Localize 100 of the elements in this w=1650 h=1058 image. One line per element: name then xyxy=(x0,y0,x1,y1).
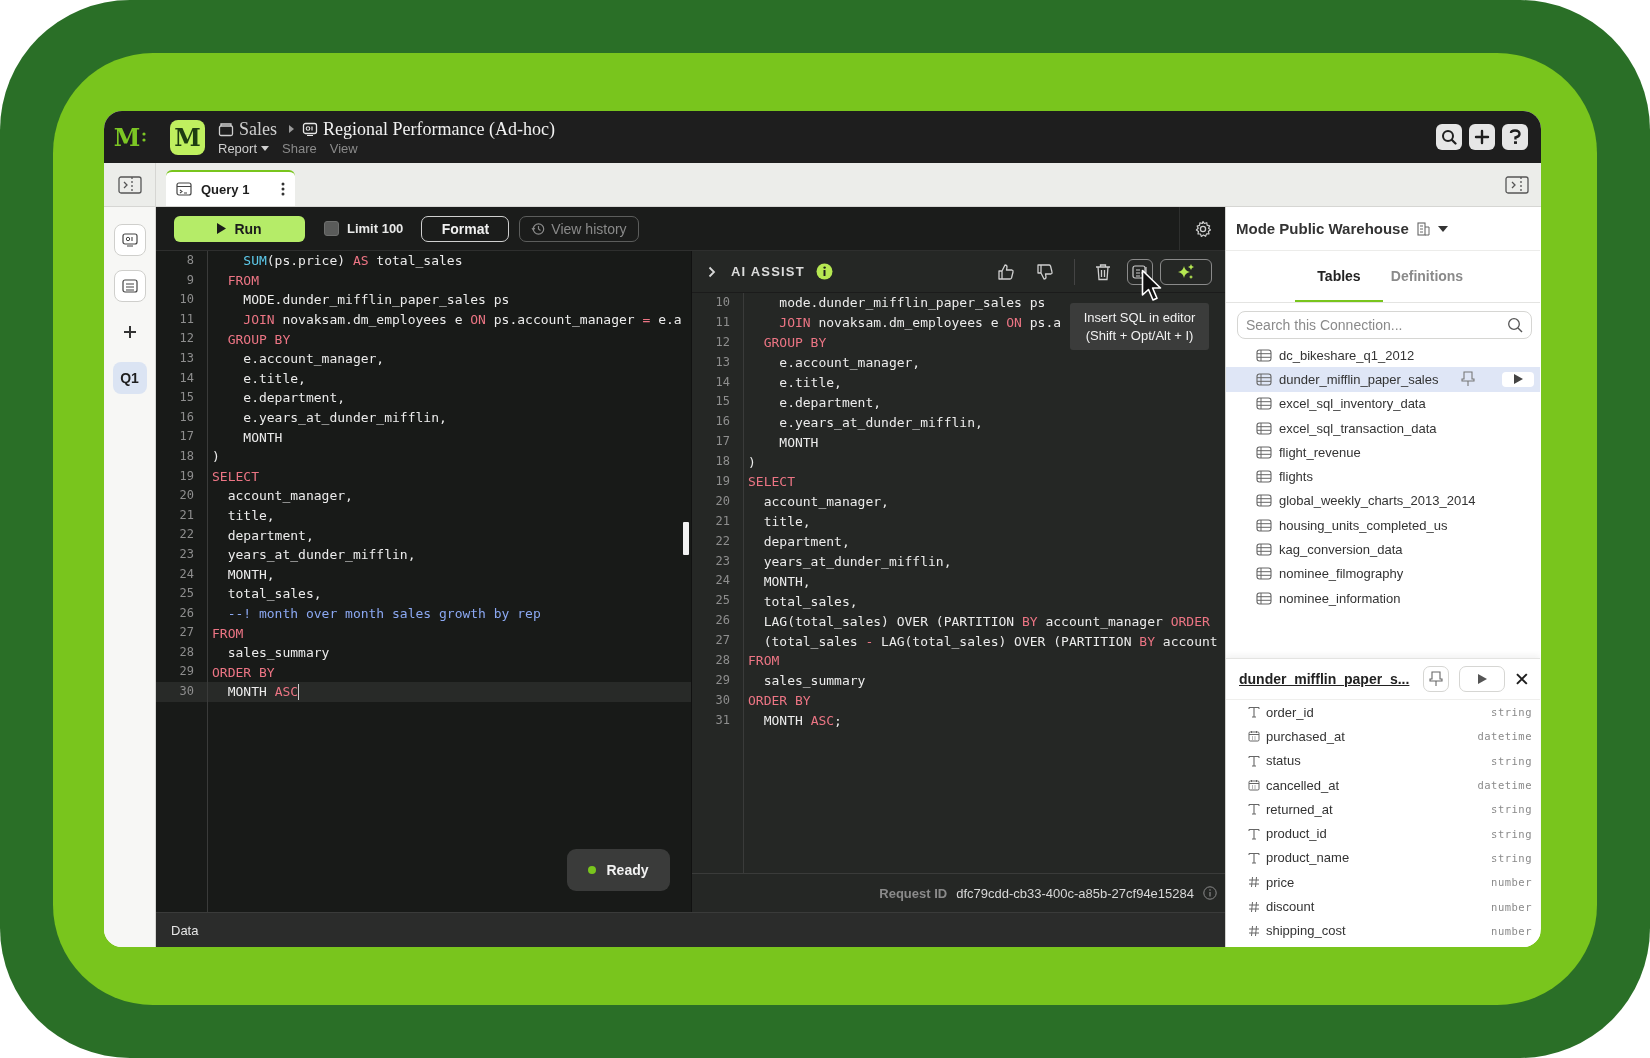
column-type: datetime xyxy=(1477,779,1532,792)
dots-icon xyxy=(142,131,147,143)
caret-icon xyxy=(261,146,270,151)
history-icon xyxy=(531,221,546,236)
table-icon xyxy=(1256,421,1272,435)
preview-button[interactable] xyxy=(1459,666,1506,693)
code-line: e.account_manager, xyxy=(778,355,921,371)
code-line: ORDER BY xyxy=(211,664,275,680)
chevron-icon xyxy=(288,124,295,134)
building-icon xyxy=(1416,221,1430,236)
column-type: string xyxy=(1491,803,1532,816)
settings-icon[interactable] xyxy=(1193,219,1212,238)
status-pill: Ready xyxy=(567,849,670,891)
line-number: 25 xyxy=(692,591,744,612)
splitter-handle[interactable] xyxy=(683,522,689,555)
run-button[interactable]: Run xyxy=(174,215,305,242)
panel-toggle-icon[interactable] xyxy=(1505,176,1529,194)
workspace-logo[interactable]: M xyxy=(170,119,205,155)
table-item[interactable]: excel_sql_inventory_data xyxy=(1226,391,1540,416)
code-line: e.department, xyxy=(778,394,882,410)
line-number: 30 xyxy=(692,690,744,711)
hash-icon xyxy=(1248,900,1260,913)
line-number: 18 xyxy=(156,446,208,467)
breadcrumb-link[interactable]: Regional Performance (Ad-hoc) xyxy=(323,118,555,140)
code-line: ) xyxy=(211,449,220,465)
dataset-button[interactable] xyxy=(113,270,146,302)
generate-button[interactable] xyxy=(1160,258,1212,285)
line-number: 13 xyxy=(692,352,744,373)
pin-icon[interactable] xyxy=(1461,371,1475,388)
table-item[interactable]: global_weekly_charts_2013_2014 xyxy=(1226,488,1540,514)
column-name: product_name xyxy=(1266,850,1351,866)
code-line: --! month over month sales growth by rep xyxy=(226,606,541,621)
format-button[interactable]: Format xyxy=(421,215,510,242)
code-line: MONTH, xyxy=(762,573,811,589)
code-line: MODE.dunder_mifflin_paper_sales ps xyxy=(242,292,510,308)
sidebar-tab[interactable]: Tables xyxy=(1295,251,1383,302)
table-item[interactable]: nominee_information xyxy=(1226,585,1540,611)
chevron-icon[interactable] xyxy=(708,265,716,278)
column-type: string xyxy=(1491,754,1532,767)
caret-icon[interactable] xyxy=(1437,225,1448,232)
table-item[interactable]: housing_units_completed_us xyxy=(1226,513,1540,538)
table-item[interactable]: dc_bikeshare_q1_2012 xyxy=(1226,343,1540,368)
checkbox[interactable] xyxy=(324,221,339,236)
line-number: 20 xyxy=(156,486,208,506)
column-type: number xyxy=(1491,924,1532,937)
breadcrumb-link[interactable]: Sales xyxy=(239,118,277,140)
app-logo[interactable]: M xyxy=(113,122,141,152)
table-item[interactable]: excel_sql_transaction_data xyxy=(1226,415,1540,441)
thumbs-down-icon[interactable] xyxy=(1036,262,1054,281)
line-number: 9 xyxy=(156,270,208,291)
info-icon[interactable] xyxy=(815,263,833,280)
code-line: mode.dunder_mifflin_paper_sales ps xyxy=(778,295,1046,311)
code-line: FROM xyxy=(211,625,244,641)
text-type-icon xyxy=(1248,754,1260,767)
connection-name[interactable]: Mode Public Warehouse xyxy=(1236,220,1409,237)
table-title-link[interactable]: dunder_mifflin_paper_s... xyxy=(1239,671,1410,688)
search-button[interactable] xyxy=(1436,124,1462,150)
report-button[interactable] xyxy=(113,224,146,256)
text-type-icon xyxy=(1248,803,1260,816)
line-number: 13 xyxy=(156,348,208,369)
table-item[interactable]: nominee_filmography xyxy=(1226,561,1540,586)
add-button[interactable] xyxy=(1469,124,1495,150)
data-panel-title[interactable]: Data xyxy=(171,922,199,938)
column-name: price xyxy=(1266,874,1296,890)
line-number: 16 xyxy=(692,412,744,433)
line-number: 15 xyxy=(692,392,744,413)
search-field[interactable]: Search this Connection... xyxy=(1237,311,1532,339)
line-number: 24 xyxy=(692,571,744,592)
table-icon xyxy=(121,279,138,293)
trash-icon[interactable] xyxy=(1095,262,1111,281)
kebab-icon[interactable] xyxy=(281,182,285,196)
line-number: 21 xyxy=(156,505,208,526)
query-badge[interactable]: Q1 xyxy=(112,362,147,394)
line-number: 22 xyxy=(156,525,208,545)
line-number: 20 xyxy=(692,491,744,512)
line-number: 12 xyxy=(156,329,208,349)
table-item[interactable]: flight_revenue xyxy=(1226,440,1540,465)
preview-button[interactable] xyxy=(1502,371,1534,387)
hash-icon xyxy=(1248,876,1260,889)
help-button[interactable] xyxy=(1502,124,1528,150)
thumbs-up-icon[interactable] xyxy=(997,262,1015,281)
table-icon xyxy=(1256,494,1272,508)
line-number: 10 xyxy=(692,293,744,313)
line-number: 17 xyxy=(156,427,208,447)
close-icon[interactable] xyxy=(1515,672,1529,687)
table-item[interactable]: kag_conversion_data xyxy=(1226,537,1540,562)
code-line: LAG(total_sales) OVER (PARTITION BY account_manager ORDER xyxy=(762,613,1210,629)
text-type-icon xyxy=(1248,827,1260,840)
table-icon xyxy=(1256,518,1272,532)
table-item[interactable]: flights xyxy=(1226,464,1540,489)
table-item[interactable]: dunder_mifflin_paper_sales xyxy=(1226,367,1540,392)
column-name: purchased_at xyxy=(1266,728,1346,744)
code-line: e.department, xyxy=(242,390,346,406)
text-type-icon xyxy=(1248,851,1260,864)
column-name: order_id xyxy=(1266,704,1315,720)
menu-item[interactable]: Report xyxy=(218,140,270,156)
code-line: JOIN novaksam.dm_employees e ON ps.account_manager = e.a xyxy=(242,312,682,328)
panel-toggle-icon[interactable] xyxy=(117,175,142,194)
line-number: 12 xyxy=(692,332,744,353)
query-tab[interactable]: Query 1 xyxy=(166,170,295,206)
